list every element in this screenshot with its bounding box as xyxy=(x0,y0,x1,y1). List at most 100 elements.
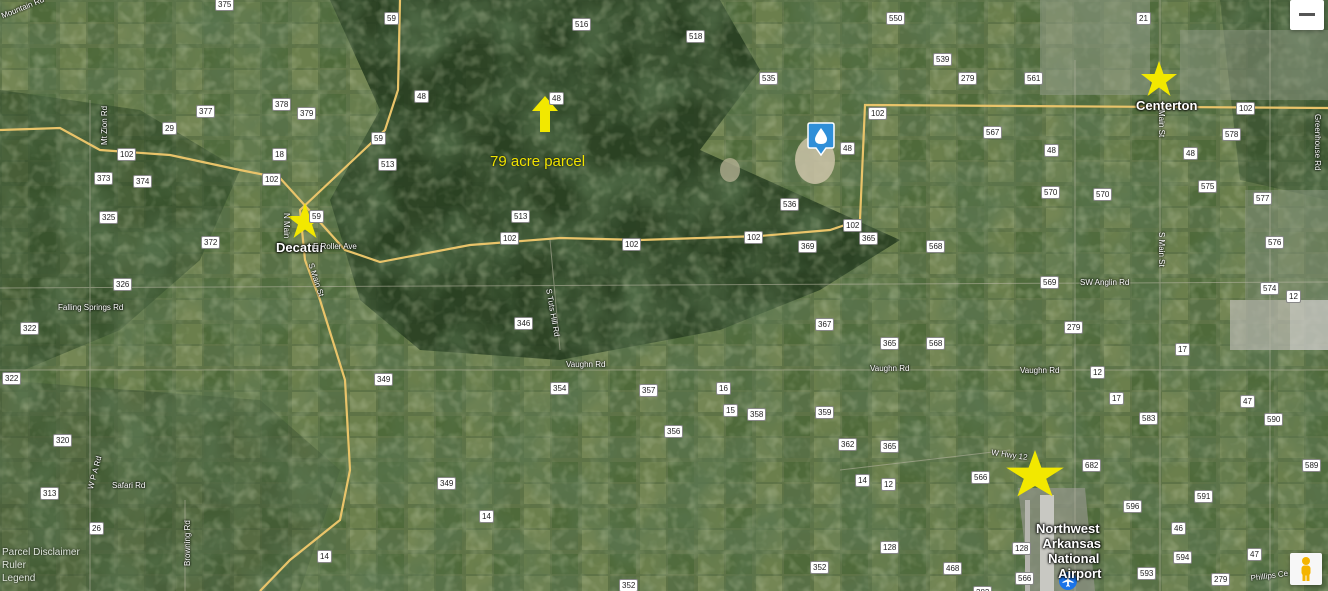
route-shield-568: 568 xyxy=(926,240,946,253)
route-shield-349: 349 xyxy=(374,373,394,386)
route-shield-48: 48 xyxy=(840,142,855,155)
route-shield-12: 12 xyxy=(1286,290,1301,303)
route-shield-354: 354 xyxy=(550,382,570,395)
route-shield-279: 279 xyxy=(958,72,978,85)
route-shield-14: 14 xyxy=(855,474,870,487)
route-shield-594: 594 xyxy=(1173,551,1193,564)
route-shield-322: 322 xyxy=(2,372,22,385)
route-shield-589: 589 xyxy=(1302,459,1322,472)
route-shield-576: 576 xyxy=(1265,236,1285,249)
route-shield-359: 359 xyxy=(815,406,835,419)
route-shield-356: 356 xyxy=(664,425,684,438)
legend-link[interactable]: Legend xyxy=(2,572,80,585)
wells-water-drop-marker[interactable] xyxy=(807,122,835,156)
route-shield-550: 550 xyxy=(886,12,906,25)
route-shield-21: 21 xyxy=(1136,12,1151,25)
route-shield-566: 566 xyxy=(971,471,991,484)
route-shield-322: 322 xyxy=(20,322,40,335)
route-shield-516: 516 xyxy=(572,18,592,31)
route-shield-377: 377 xyxy=(196,105,216,118)
route-shield-352: 352 xyxy=(810,561,830,574)
route-shield-374: 374 xyxy=(133,175,153,188)
road-main-st-centerton: Main St xyxy=(1157,110,1166,138)
route-shield-358: 358 xyxy=(747,408,767,421)
route-shield-561: 561 xyxy=(1024,72,1044,85)
route-shield-535: 535 xyxy=(759,72,779,85)
road-vaughn-rd-1: Vaughn Rd xyxy=(566,360,606,369)
route-shield-468: 468 xyxy=(943,562,963,575)
route-shield-372: 372 xyxy=(201,236,221,249)
route-shield-513: 513 xyxy=(378,158,398,171)
route-shield-102: 102 xyxy=(843,219,863,232)
route-shield-349: 349 xyxy=(437,477,457,490)
airport-line-2: Arkansas xyxy=(1042,536,1102,551)
route-shield-128: 128 xyxy=(1012,542,1032,555)
route-shield-591: 591 xyxy=(1194,490,1214,503)
route-shield-590: 590 xyxy=(1264,413,1284,426)
route-shield-513: 513 xyxy=(511,210,531,223)
route-shield-539: 539 xyxy=(933,53,953,66)
route-shield-313: 313 xyxy=(40,487,60,500)
road-e-roller-ave: E Roller Ave xyxy=(313,242,357,251)
route-shield-570: 570 xyxy=(1093,188,1113,201)
road-vaughn-rd-3: Vaughn Rd xyxy=(1020,366,1060,375)
route-shield-357: 357 xyxy=(639,384,659,397)
route-shield-367: 367 xyxy=(815,318,835,331)
place-airport: Northwest Arkansas National Airport xyxy=(1036,521,1101,581)
road-n-main: N Main xyxy=(282,213,291,239)
route-shield-518: 518 xyxy=(686,30,706,43)
route-shield-362: 362 xyxy=(838,438,858,451)
route-shield-326: 326 xyxy=(113,278,133,291)
road-sw-anglin-rd: SW Anglin Rd xyxy=(1080,278,1130,287)
route-shield-17: 17 xyxy=(1175,343,1190,356)
route-shield-17: 17 xyxy=(1109,392,1124,405)
road-browning-rd: Browning Rd xyxy=(183,520,192,566)
route-shield-375: 375 xyxy=(215,0,235,11)
ruler-link[interactable]: Ruler xyxy=(2,559,80,572)
route-shield-102: 102 xyxy=(868,107,888,120)
route-shield-102: 102 xyxy=(1236,102,1256,115)
route-shield-568: 568 xyxy=(926,337,946,350)
route-shield-102: 102 xyxy=(117,148,137,161)
road-s-main-st-centerton: S Main St xyxy=(1157,232,1166,267)
route-shield-59: 59 xyxy=(384,12,399,25)
route-shield-12: 12 xyxy=(1090,366,1105,379)
route-shield-577: 577 xyxy=(1253,192,1273,205)
minus-icon xyxy=(1299,13,1315,16)
route-shield-59: 59 xyxy=(371,132,386,145)
route-shield-59: 59 xyxy=(309,210,324,223)
route-shield-47: 47 xyxy=(1240,395,1255,408)
route-shield-574: 574 xyxy=(1260,282,1280,295)
route-shield-102: 102 xyxy=(262,173,282,186)
route-shield-29: 29 xyxy=(162,122,177,135)
route-shield-570: 570 xyxy=(1041,186,1061,199)
zoom-out-button[interactable] xyxy=(1290,0,1324,30)
route-shield-593: 593 xyxy=(1137,567,1157,580)
route-shield-279: 279 xyxy=(1064,321,1084,334)
road-safari-rd: Safari Rd xyxy=(112,481,146,490)
route-shield-48: 48 xyxy=(414,90,429,103)
route-shield-536: 536 xyxy=(780,198,800,211)
route-shield-47: 47 xyxy=(1247,548,1262,561)
route-shield-365: 365 xyxy=(880,440,900,453)
route-shield-279: 279 xyxy=(1211,573,1231,586)
route-shield-569: 569 xyxy=(1040,276,1060,289)
map-view[interactable]: 79 acre parcel Decatur Centerton Northwe… xyxy=(0,0,1328,591)
route-shield-320: 320 xyxy=(53,434,73,447)
route-shield-325: 325 xyxy=(99,211,119,224)
map-footer: Parcel Disclaimer Ruler Legend xyxy=(2,546,80,585)
parcel-disclaimer-link[interactable]: Parcel Disclaimer xyxy=(2,546,80,559)
route-shield-18: 18 xyxy=(272,148,287,161)
route-shield-26: 26 xyxy=(89,522,104,535)
centerton-star-icon xyxy=(1141,61,1177,96)
route-shield-566: 566 xyxy=(1015,572,1035,585)
route-shield-14: 14 xyxy=(479,510,494,523)
route-shield-373: 373 xyxy=(94,172,114,185)
route-shield-567: 567 xyxy=(983,126,1003,139)
route-shield-16: 16 xyxy=(716,382,731,395)
route-shield-48: 48 xyxy=(549,92,564,105)
road-mt-zion-rd: Mt Zion Rd xyxy=(100,105,109,145)
airport-line-4: Airport xyxy=(1058,566,1102,581)
road-falling-springs-rd: Falling Springs Rd xyxy=(58,303,124,312)
pegman-street-view-button[interactable] xyxy=(1290,553,1322,585)
